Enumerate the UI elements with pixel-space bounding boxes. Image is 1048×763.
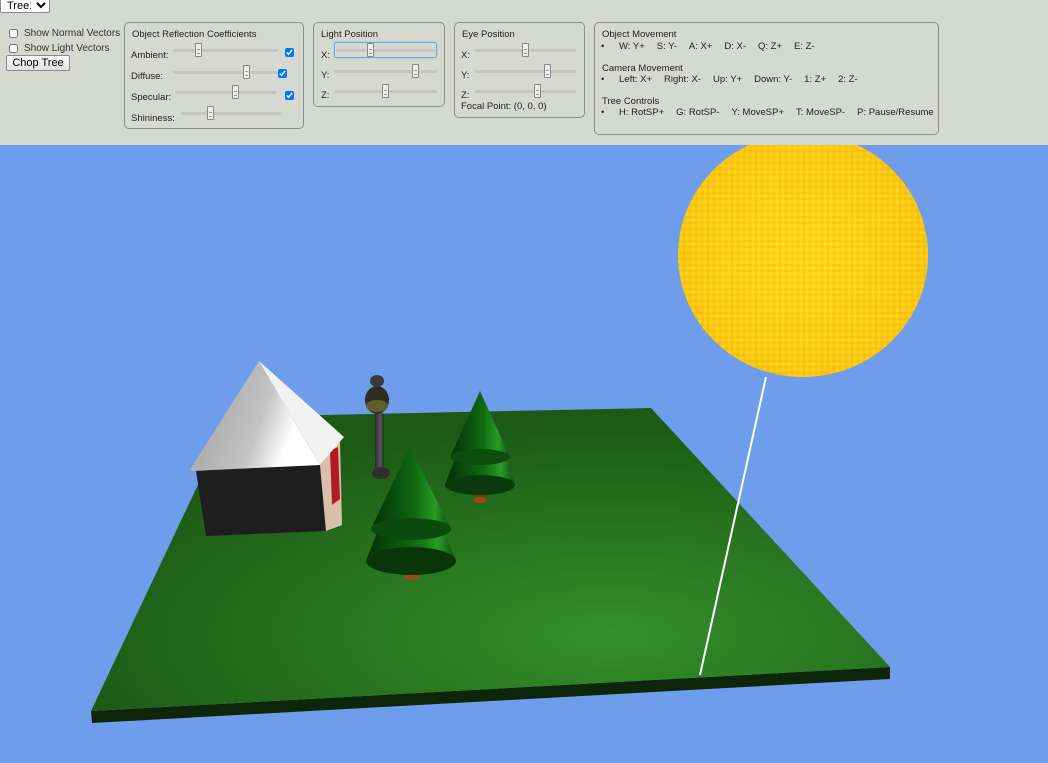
show-light-vectors-checkbox[interactable] [9,44,18,53]
controls-help-fieldset: Object Movement • W: Y+ S: Y- A: X+ D: X- Q: … [594,22,939,135]
focal-point-text: Focal Point: (0, 0, 0) [461,101,547,112]
light-x-label: X: [321,50,330,61]
diffuse-slider-thumb[interactable] [242,65,250,79]
list-item: Right: X- [664,74,701,85]
shininess-label: Shininess: [131,113,175,124]
show-normal-vectors-label: Show Normal Vectors [24,28,121,39]
specular-slider-track[interactable] [175,91,276,94]
list-item: T: MoveSP- [796,107,846,118]
list-item: D: X- [724,41,747,52]
specular-checkbox[interactable] [285,91,294,100]
eye-z-slider-thumb[interactable] [533,84,541,98]
eye-x-slider-thumb[interactable] [521,43,529,57]
webgl-canvas[interactable] [0,145,1048,763]
list-item: 1: Z+ [804,74,827,85]
object-movement-list: • W: Y+ S: Y- A: X+ D: X- Q: Z+ E: Z- [601,41,815,52]
light-position-fieldset: Light Position X: Y: Z: [313,22,445,107]
object-select[interactable]: Tree1 [0,0,50,13]
ambient-label: Ambient: [131,50,169,61]
list-item: Q: Z+ [758,41,783,52]
list-item: G: RotSP- [676,107,720,118]
diffuse-slider-track[interactable] [173,71,278,74]
house [189,361,344,536]
object-movement-title: Object Movement [602,29,677,40]
list-item: Left: X+ [619,74,653,85]
specular-label: Specular: [131,92,172,103]
eye-z-label: Z: [461,90,470,101]
tree-controls-list: • H: RotSP+ G: RotSP- Y: MoveSP+ T: MoveSP- P… [601,107,934,118]
tree-back [445,391,515,503]
camera-movement-title: Camera Movement [602,63,683,74]
light-z-slider-thumb[interactable] [381,84,389,98]
light-x-slider-thumb[interactable] [366,43,374,57]
controls-panel: Tree1 Show Normal Vectors Show Light Vec… [0,0,1048,145]
list-item: H: RotSP+ [619,107,665,118]
list-item: A: X+ [688,41,713,52]
light-y-slider-track[interactable] [334,70,437,73]
eye-position-fieldset: Eye Position X: Y: Z: Focal Point: (0, 0… [454,22,585,118]
light-y-label: Y: [321,70,330,81]
specular-slider-thumb[interactable] [231,85,239,99]
diffuse-label: Diffuse: [131,71,164,82]
eye-y-slider-track[interactable] [475,70,576,73]
show-normal-vectors-row[interactable]: Show Normal Vectors [9,28,120,39]
list-item: S: Y- [656,41,677,52]
list-item: Y: MoveSP+ [731,107,784,118]
ambient-slider-track[interactable] [173,49,278,52]
light-z-label: Z: [321,90,330,101]
light-y-slider-thumb[interactable] [412,64,420,78]
shininess-slider-thumb[interactable] [207,106,214,120]
shininess-slider-track[interactable] [181,112,281,115]
list-item: 2: Z- [838,74,858,85]
diffuse-checkbox[interactable] [278,69,287,78]
show-light-vectors-label: Show Light Vectors [24,43,110,54]
reflection-title: Object Reflection Coefficients [132,29,257,40]
list-item: Down: Y- [754,74,793,85]
show-light-vectors-row[interactable]: Show Light Vectors [9,43,110,54]
house-front-wall [196,465,326,536]
show-normal-vectors-checkbox[interactable] [9,29,18,38]
eye-z-slider-track[interactable] [475,90,576,93]
ambient-slider-thumb[interactable] [195,43,203,57]
reflection-fieldset: Object Reflection Coefficients Ambient: … [124,22,304,129]
eye-x-label: X: [461,50,470,61]
camera-movement-list: • Left: X+ Right: X- Up: Y+ Down: Y- 1: Z+ 2: … [601,74,858,85]
tree-controls-title: Tree Controls [602,96,660,107]
eye-y-label: Y: [461,70,470,81]
list-item: P: Pause/Resume [857,107,934,118]
list-item: W: Y+ [619,41,645,52]
eye-position-title: Eye Position [462,29,515,40]
light-x-slider-track[interactable] [336,49,435,52]
ambient-checkbox[interactable] [285,48,294,57]
light-position-title: Light Position [321,29,379,40]
list-item: Up: Y+ [712,74,743,85]
sun-texture [678,145,928,377]
chop-tree-button[interactable]: Chop Tree [6,55,70,71]
list-item: E: Z- [794,41,815,52]
eye-y-slider-thumb[interactable] [543,64,551,78]
